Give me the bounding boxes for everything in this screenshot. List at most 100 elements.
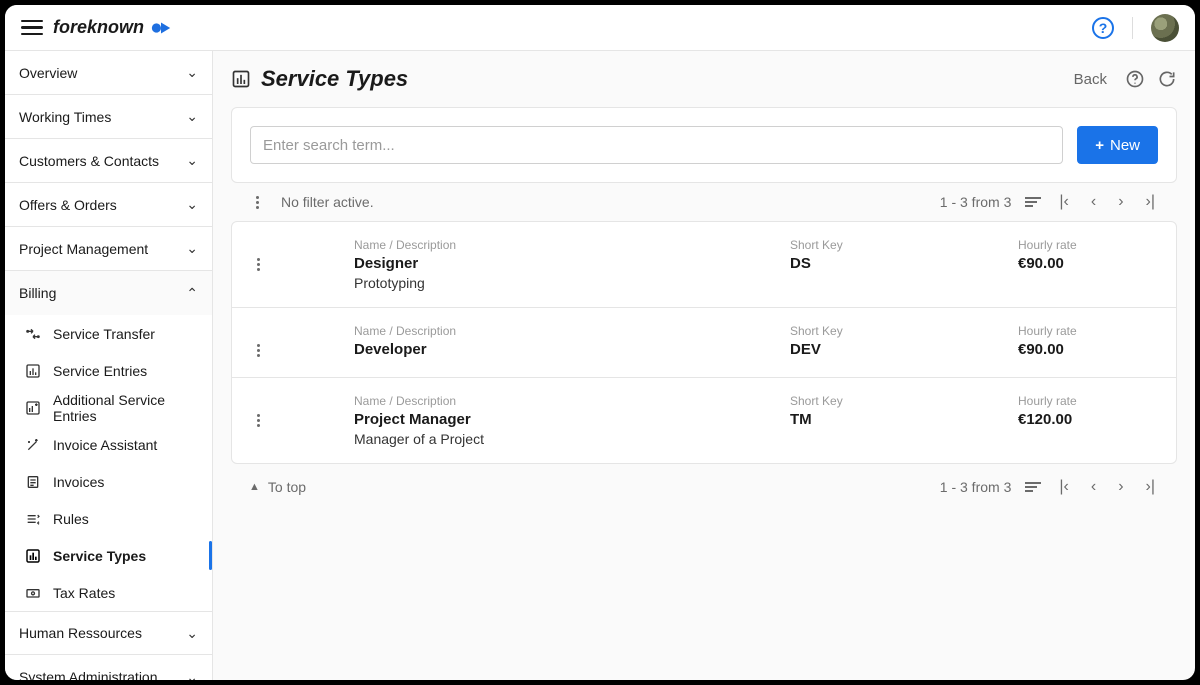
sort-icon[interactable]: [1025, 482, 1041, 492]
next-page-icon[interactable]: ›: [1114, 476, 1127, 498]
col-label-name: Name / Description: [354, 324, 774, 338]
row-rate: €90.00: [1018, 341, 1158, 358]
col-label-key: Short Key: [790, 238, 990, 252]
sidebar-section-label: System Administration: [19, 669, 158, 680]
sidebar-item-service-transfer[interactable]: Service Transfer: [5, 315, 212, 352]
caret-up-icon: ▲: [249, 481, 260, 493]
row-rate: €120.00: [1018, 411, 1158, 428]
wand-icon: [25, 437, 41, 453]
plus-icon: +: [1095, 137, 1104, 154]
sidebar-section-label: Customers & Contacts: [19, 153, 159, 169]
to-top-button[interactable]: To top: [268, 479, 306, 495]
sidebar-section-label: Project Management: [19, 241, 148, 257]
avatar[interactable]: [1151, 14, 1179, 42]
first-page-icon[interactable]: |‹: [1055, 476, 1072, 498]
sidebar-section-label: Overview: [19, 65, 77, 81]
row-key: DEV: [790, 341, 990, 358]
bar-chart-icon: [25, 363, 41, 379]
sidebar-section-overview[interactable]: Overview ⌄: [5, 51, 212, 95]
sidebar-item-label: Rules: [53, 511, 89, 527]
pager-bottom: 1 - 3 from 3 |‹ ‹ › ›|: [940, 476, 1159, 498]
row-key: DS: [790, 255, 990, 272]
col-label-rate: Hourly rate: [1018, 238, 1158, 252]
row-key: TM: [790, 411, 990, 428]
transfer-icon: [25, 326, 41, 342]
prev-page-icon[interactable]: ‹: [1087, 476, 1100, 498]
prev-page-icon[interactable]: ‹: [1087, 191, 1100, 213]
table-row[interactable]: Name / Description Developer Short Key D…: [232, 307, 1176, 377]
sidebar-item-rules[interactable]: Rules: [5, 500, 212, 537]
col-label-name: Name / Description: [354, 238, 774, 252]
rules-icon: [25, 511, 41, 527]
sidebar-item-additional-service-entries[interactable]: Additional Service Entries: [5, 389, 212, 426]
sidebar-section-working-times[interactable]: Working Times ⌄: [5, 95, 212, 139]
money-icon: [25, 585, 41, 601]
row-rate: €90.00: [1018, 255, 1158, 272]
col-label-key: Short Key: [790, 394, 990, 408]
first-page-icon[interactable]: |‹: [1055, 191, 1072, 213]
back-button[interactable]: Back: [1068, 67, 1113, 92]
row-desc: Prototyping: [354, 275, 774, 291]
sidebar-section-project-mgmt[interactable]: Project Management ⌄: [5, 227, 212, 271]
refresh-icon[interactable]: [1157, 69, 1177, 89]
chevron-down-icon: ⌄: [186, 669, 198, 681]
row-menu-icon[interactable]: [250, 410, 266, 431]
brand-logo-icon: [150, 17, 172, 39]
sidebar-item-label: Service Transfer: [53, 326, 155, 342]
sidebar-section-label: Working Times: [19, 109, 111, 125]
sidebar-item-label: Invoices: [53, 474, 104, 490]
help-outline-icon[interactable]: [1125, 69, 1145, 89]
col-label-name: Name / Description: [354, 394, 774, 408]
pager-range: 1 - 3 from 3: [940, 194, 1012, 210]
sidebar-item-label: Additional Service Entries: [53, 392, 198, 424]
invoice-icon: [25, 474, 41, 490]
bar-chart-plus-icon: [25, 400, 41, 416]
sidebar-section-billing[interactable]: Billing ⌃: [5, 271, 212, 315]
chevron-down-icon: ⌄: [186, 108, 198, 125]
sidebar-section-label: Human Ressources: [19, 625, 142, 641]
table-row[interactable]: Name / Description Designer Prototyping …: [232, 222, 1176, 307]
pager-range: 1 - 3 from 3: [940, 479, 1012, 495]
new-button[interactable]: + New: [1077, 126, 1158, 164]
last-page-icon[interactable]: ›|: [1142, 191, 1159, 213]
sort-icon[interactable]: [1025, 197, 1041, 207]
row-menu-icon[interactable]: [250, 340, 266, 361]
row-menu-icon[interactable]: [250, 254, 266, 275]
table-row[interactable]: Name / Description Project Manager Manag…: [232, 377, 1176, 463]
col-label-rate: Hourly rate: [1018, 324, 1158, 338]
hamburger-menu-icon[interactable]: [21, 20, 43, 36]
brand: foreknown: [53, 17, 172, 39]
bar-chart-icon: [231, 69, 251, 89]
chevron-down-icon: ⌄: [186, 196, 198, 213]
list-card: Name / Description Designer Prototyping …: [231, 221, 1177, 464]
row-name: Designer: [354, 255, 774, 272]
last-page-icon[interactable]: ›|: [1142, 476, 1159, 498]
sidebar-section-customers[interactable]: Customers & Contacts ⌄: [5, 139, 212, 183]
sidebar-section-label: Offers & Orders: [19, 197, 117, 213]
divider: [1132, 17, 1133, 39]
chevron-down-icon: ⌄: [186, 152, 198, 169]
chevron-down-icon: ⌄: [186, 625, 198, 642]
bar-chart-icon: [25, 548, 41, 564]
chevron-down-icon: ⌄: [186, 64, 198, 81]
sidebar-item-invoices[interactable]: Invoices: [5, 463, 212, 500]
sidebar-item-label: Tax Rates: [53, 585, 115, 601]
sidebar-item-service-types[interactable]: Service Types: [5, 537, 212, 574]
col-label-rate: Hourly rate: [1018, 394, 1158, 408]
col-label-key: Short Key: [790, 324, 990, 338]
list-options-icon[interactable]: [249, 192, 265, 213]
sidebar-item-service-entries[interactable]: Service Entries: [5, 352, 212, 389]
pager-top: 1 - 3 from 3 |‹ ‹ › ›|: [940, 191, 1159, 213]
search-input[interactable]: [250, 126, 1063, 164]
sidebar-item-label: Service Entries: [53, 363, 147, 379]
next-page-icon[interactable]: ›: [1114, 191, 1127, 213]
sidebar-item-tax-rates[interactable]: Tax Rates: [5, 574, 212, 611]
row-desc: Manager of a Project: [354, 431, 774, 447]
sidebar-section-offers[interactable]: Offers & Orders ⌄: [5, 183, 212, 227]
sidebar-item-invoice-assistant[interactable]: Invoice Assistant: [5, 426, 212, 463]
sidebar-section-human-resources[interactable]: Human Ressources ⌄: [5, 611, 212, 655]
search-card: + New: [231, 107, 1177, 183]
sidebar-section-system-admin[interactable]: System Administration ⌄: [5, 655, 212, 680]
chevron-up-icon: ⌃: [186, 285, 198, 302]
help-icon[interactable]: ?: [1092, 17, 1114, 39]
